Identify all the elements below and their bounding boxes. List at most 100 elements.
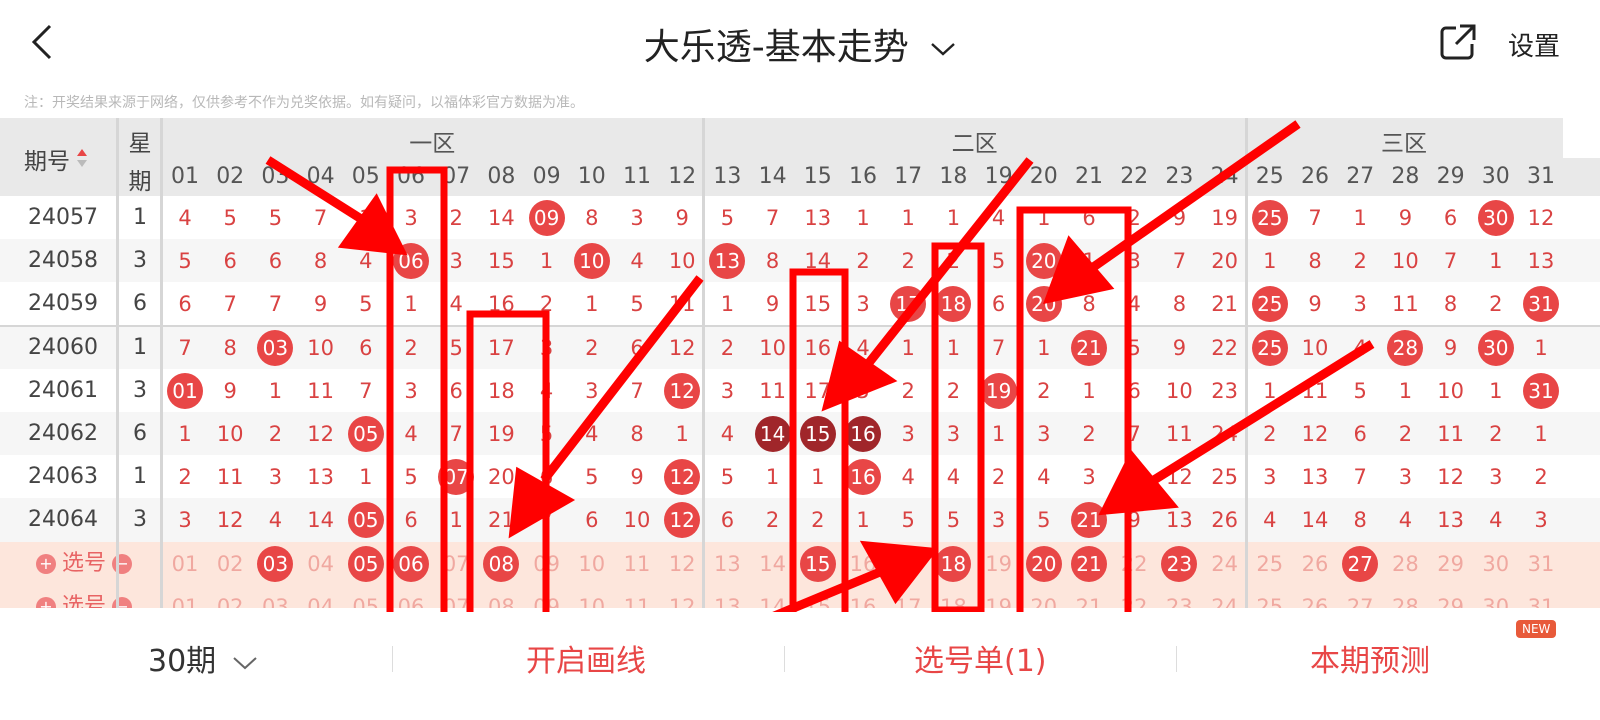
page-title[interactable]: 大乐透-基本走势 — [0, 18, 1600, 70]
selection-list-button[interactable]: 选号单(1) — [914, 636, 1047, 680]
selected-number-ball[interactable]: 23 — [1161, 545, 1198, 582]
selectable-number[interactable]: 06 — [388, 585, 434, 608]
selectable-number[interactable]: 09 — [524, 585, 570, 608]
selected-number-ball[interactable]: 03 — [257, 545, 294, 582]
omission-count-cell: 3 — [539, 335, 554, 360]
selectable-number[interactable]: 07 — [433, 542, 479, 586]
omission-count-cell: 5 — [404, 465, 418, 490]
selectable-number[interactable]: 09 — [524, 542, 570, 586]
selectable-number[interactable]: 15 — [795, 585, 841, 608]
selectable-number[interactable]: 13 — [704, 585, 750, 608]
selectable-number[interactable]: 11 — [614, 542, 660, 586]
selectable-number[interactable]: 16 — [840, 542, 886, 586]
selected-number-ball[interactable]: 08 — [483, 545, 520, 582]
period-number: 24064 — [28, 507, 98, 533]
omission-count-cell: 23 — [1211, 378, 1238, 403]
selectable-number[interactable]: 01 — [162, 585, 208, 608]
omission-count-cell: 1 — [1534, 422, 1548, 446]
selectable-number[interactable]: 12 — [659, 542, 705, 586]
omission-count-cell: 2 — [1353, 249, 1367, 274]
selectable-number[interactable]: 26 — [1292, 585, 1338, 608]
selectable-number[interactable]: 04 — [298, 542, 344, 586]
sort-icon[interactable] — [76, 148, 88, 168]
omission-count-cell: 9 — [1398, 206, 1413, 230]
omission-count-cell: 5 — [991, 249, 1006, 274]
selectable-number[interactable]: 25 — [1247, 585, 1293, 608]
selectable-number[interactable]: 27 — [1337, 585, 1383, 608]
omission-count-cell: 2 — [765, 508, 780, 533]
selectable-number[interactable]: 05 — [343, 585, 389, 608]
draw-lines-button[interactable]: 开启画线 — [526, 636, 646, 680]
selected-number-ball[interactable]: 20 — [1025, 545, 1062, 582]
selectable-number[interactable]: 25 — [1247, 542, 1293, 586]
selectable-number[interactable]: 11 — [614, 585, 660, 608]
selectable-number[interactable]: 24 — [1202, 585, 1248, 608]
selectable-number[interactable]: 04 — [298, 585, 344, 608]
selected-number-ball[interactable]: 21 — [1071, 545, 1107, 582]
drawn-number-ball: 16 — [845, 459, 881, 496]
selectable-number[interactable]: 10 — [569, 585, 615, 608]
selectable-number[interactable]: 23 — [1156, 585, 1202, 608]
omission-count-cell: 1 — [1037, 206, 1051, 230]
selected-number-ball[interactable]: 06 — [393, 545, 429, 582]
selectable-number[interactable]: 19 — [976, 585, 1022, 608]
selectable-number[interactable]: 29 — [1428, 585, 1474, 608]
selected-number-ball[interactable]: 15 — [799, 545, 836, 582]
selectable-number[interactable]: 17 — [885, 585, 931, 608]
share-icon[interactable] — [1438, 22, 1478, 62]
selectable-number[interactable]: 10 — [569, 542, 615, 586]
selectable-number[interactable]: 14 — [750, 585, 796, 608]
selectable-number[interactable]: 22 — [1111, 585, 1157, 608]
omission-count-cell: 24 — [1211, 422, 1238, 446]
selectable-number[interactable]: 30 — [1473, 585, 1519, 608]
selectable-number[interactable]: 19 — [976, 542, 1022, 586]
omission-count-cell: 1 — [178, 422, 192, 446]
selectable-number[interactable]: 31 — [1518, 585, 1564, 608]
selectable-number[interactable]: 02 — [207, 585, 253, 608]
selectable-number[interactable]: 13 — [704, 542, 750, 586]
selectable-number[interactable]: 22 — [1111, 542, 1157, 586]
selection-row-label: + 选号 − — [30, 585, 138, 608]
omission-count-cell: 4 — [1263, 508, 1277, 533]
selectable-number[interactable]: 08 — [478, 585, 524, 608]
selectable-number[interactable]: 17 — [885, 542, 931, 586]
selectable-number[interactable]: 24 — [1202, 542, 1248, 586]
omission-count-cell: 5 — [720, 465, 735, 490]
prediction-button[interactable]: 本期预测 — [1310, 636, 1430, 680]
add-icon[interactable]: + — [36, 553, 56, 574]
selectable-number[interactable]: 14 — [750, 542, 796, 586]
selectable-number[interactable]: 01 — [162, 542, 208, 586]
selectable-number[interactable]: 31 — [1518, 542, 1564, 586]
selectable-number[interactable]: 03 — [252, 585, 298, 608]
period-header-cell[interactable]: 期号 — [0, 118, 118, 196]
drawn-number-ball: 05 — [347, 502, 384, 539]
settings-button[interactable]: 设置 — [1508, 26, 1560, 63]
selectable-number[interactable]: 21 — [1066, 585, 1112, 608]
selected-number-ball[interactable]: 27 — [1342, 545, 1379, 582]
omission-count-cell: 5 — [359, 292, 373, 317]
selectable-number[interactable]: 28 — [1382, 585, 1428, 608]
selectable-number[interactable]: 20 — [1021, 585, 1067, 608]
column-header: 24 — [1210, 164, 1239, 189]
selectable-number[interactable]: 30 — [1473, 542, 1519, 586]
row-group-divider — [0, 324, 1600, 327]
add-icon[interactable]: + — [36, 596, 56, 608]
selectable-number[interactable]: 16 — [840, 585, 886, 608]
selectable-number[interactable]: 12 — [659, 585, 705, 608]
selected-number-ball[interactable]: 18 — [935, 545, 972, 582]
weekday-cell: 6 — [133, 421, 147, 446]
omission-count-cell: 5 — [856, 378, 870, 403]
selectable-number[interactable]: 02 — [207, 542, 253, 586]
omission-count-cell: 1 — [675, 422, 689, 446]
selectable-number[interactable]: 26 — [1292, 542, 1338, 586]
selected-number-ball[interactable]: 05 — [347, 545, 384, 582]
omission-count-cell: 4 — [856, 335, 870, 360]
week-header-bottom: 期 — [128, 169, 152, 195]
selectable-number[interactable]: 28 — [1382, 542, 1428, 586]
omission-count-cell: 6 — [585, 508, 599, 533]
period-count-dropdown[interactable]: 30期 — [148, 636, 258, 680]
selectable-number[interactable]: 18 — [930, 585, 976, 608]
selectable-number[interactable]: 07 — [433, 585, 479, 608]
selectable-number[interactable]: 29 — [1428, 542, 1474, 586]
omission-count-cell: 7 — [630, 378, 644, 403]
